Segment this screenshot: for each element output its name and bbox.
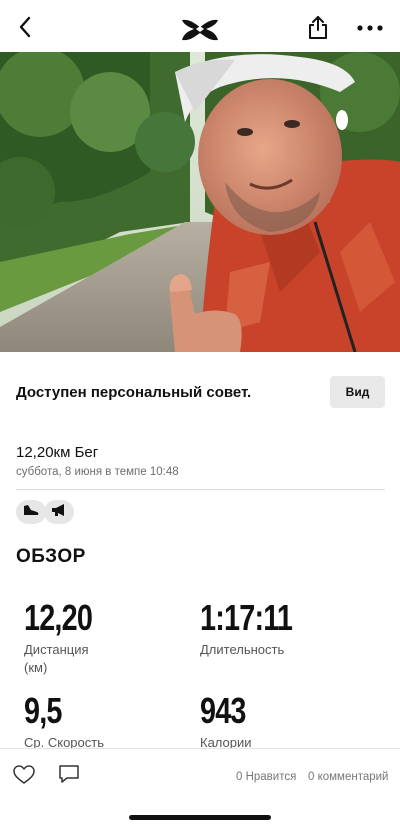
megaphone-icon: [50, 503, 68, 522]
megaphone-tag[interactable]: [44, 500, 74, 524]
stat-speed-value: 9,5: [24, 690, 62, 731]
more-horizontal-icon[interactable]: [356, 20, 384, 36]
stat-distance-label-line1: Дистанция: [24, 642, 89, 657]
stat-calories-value: 943: [200, 690, 246, 731]
comment-icon[interactable]: [58, 764, 80, 784]
personal-tip-row: Доступен персональный совет. Вид: [0, 368, 400, 418]
stat-duration-value: 1:17:11: [200, 597, 293, 638]
overview-title: ОБЗОР: [16, 546, 86, 567]
under-armour-logo-icon: [180, 17, 220, 43]
heart-icon[interactable]: [13, 765, 35, 785]
hero-photo: [0, 52, 400, 352]
top-bar: [0, 0, 400, 52]
divider: [16, 489, 385, 490]
activity-subtitle: суббота, 8 июня в темпе 10:48: [16, 466, 179, 478]
stat-duration-label: Длительность: [200, 642, 285, 657]
comments-count[interactable]: 0 комментарий: [308, 771, 388, 783]
activity-title: 12,20км Бег: [16, 444, 99, 461]
shoe-icon: [22, 503, 40, 522]
activity-tags: [16, 500, 74, 524]
share-icon[interactable]: [306, 14, 330, 40]
stat-distance-label-line2: (км): [24, 660, 48, 675]
shoe-tag[interactable]: [16, 500, 46, 524]
stat-distance-label: Дистанция (км): [24, 641, 89, 677]
likes-count[interactable]: 0 Нравится: [236, 771, 296, 783]
home-indicator: [129, 815, 271, 820]
personal-tip-text: Доступен персональный совет.: [16, 384, 252, 401]
stat-distance-value: 12,20: [24, 597, 93, 638]
view-tip-button[interactable]: Вид: [330, 376, 385, 408]
chevron-left-icon[interactable]: [14, 16, 36, 38]
